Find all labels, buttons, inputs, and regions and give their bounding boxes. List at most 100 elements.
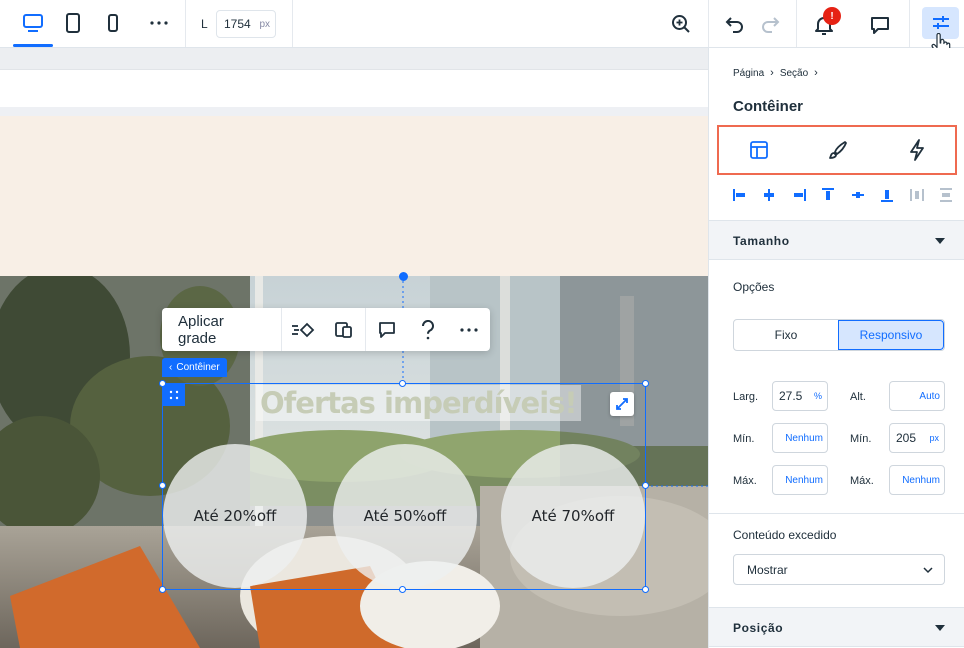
tab-design[interactable] <box>798 127 877 173</box>
resize-handle-right[interactable] <box>642 482 649 489</box>
white-section <box>0 70 708 107</box>
tab-layout[interactable] <box>719 127 798 173</box>
overflow-dropdown[interactable]: Mostrar <box>733 554 945 585</box>
align-top-button[interactable] <box>817 184 839 206</box>
align-bottom-button[interactable] <box>876 184 898 206</box>
drag-handle[interactable] <box>162 384 185 406</box>
resize-handle-bottom-right[interactable] <box>642 586 649 593</box>
toolbar-divider <box>292 0 293 47</box>
container-breadcrumb-tag[interactable]: ‹ Contêiner <box>162 358 227 377</box>
canvas-width-value: 1754 <box>224 17 251 31</box>
devices-icon <box>335 321 353 338</box>
max-height-value: Nenhum <box>902 474 940 486</box>
max-width-label: Máx. <box>733 475 757 487</box>
notification-badge: ! <box>823 7 841 25</box>
desktop-view-button[interactable] <box>19 10 47 36</box>
apply-grid-button[interactable]: Aplicar grade <box>162 308 283 351</box>
toolbar-divider <box>796 0 797 47</box>
height-label: Alt. <box>850 391 866 403</box>
mobile-view-button[interactable] <box>101 10 125 36</box>
inspector-tabs <box>717 125 957 175</box>
alignment-toolbar <box>729 181 957 209</box>
comment-button[interactable] <box>366 308 407 351</box>
comment-icon <box>378 321 395 338</box>
resize-handle-top-right[interactable] <box>642 380 649 387</box>
toolbar-divider <box>909 0 910 47</box>
width-label: Larg. <box>733 391 759 403</box>
sliders-icon <box>933 16 949 29</box>
top-anchor-handle[interactable] <box>399 272 408 281</box>
width-unit: % <box>813 391 822 401</box>
align-left-icon <box>733 189 745 201</box>
lightning-icon <box>909 139 924 161</box>
align-middle-icon <box>851 192 864 198</box>
max-height-input[interactable]: Nenhum <box>889 465 945 495</box>
size-option-responsive[interactable]: Responsivo <box>838 320 944 350</box>
align-middle-button[interactable] <box>847 184 869 206</box>
breadcrumb: Página › Seção › <box>733 67 818 79</box>
chevron-left-icon: ‹ <box>169 362 173 373</box>
canvas-width-unit: px <box>259 18 270 30</box>
help-button[interactable] <box>407 308 448 351</box>
responsive-behavior-button[interactable] <box>323 308 364 351</box>
align-left-button[interactable] <box>729 184 751 206</box>
min-height-unit: px <box>929 433 939 443</box>
container-tag-label: Contêiner <box>176 362 220 373</box>
resize-handle-bottom-left[interactable] <box>159 586 166 593</box>
size-section-header[interactable]: Tamanho <box>709 220 964 260</box>
resize-handle-top-left[interactable] <box>159 380 166 387</box>
align-right-button[interactable] <box>788 184 810 206</box>
position-section-header[interactable]: Posição <box>709 607 964 647</box>
triangle-down-icon <box>935 238 945 244</box>
selected-container-outline[interactable] <box>162 383 646 590</box>
resize-handle-bottom[interactable] <box>399 586 406 593</box>
more-actions-button[interactable] <box>449 308 490 351</box>
tablet-view-button[interactable] <box>60 10 86 36</box>
breadcrumb-page[interactable]: Página <box>733 68 764 79</box>
min-height-label: Mín. <box>850 433 872 445</box>
desktop-icon <box>23 14 43 32</box>
comments-button[interactable] <box>867 12 893 38</box>
height-input[interactable]: Auto <box>889 381 945 411</box>
zoom-button[interactable] <box>668 11 694 37</box>
animation-button[interactable] <box>282 308 323 351</box>
more-icon <box>150 21 168 25</box>
beige-section[interactable] <box>0 116 708 276</box>
section-divider <box>709 513 964 514</box>
breadcrumb-section[interactable]: Seção <box>780 68 808 79</box>
size-section-label: Tamanho <box>733 234 790 248</box>
position-section-label: Posição <box>733 621 784 635</box>
width-label: L <box>201 17 208 31</box>
active-device-indicator <box>13 44 53 47</box>
canvas-width-input[interactable]: 1754 px <box>216 10 276 38</box>
tab-interactions[interactable] <box>877 127 956 173</box>
distribute-horizontal-button[interactable] <box>906 184 928 206</box>
top-toolbar: L 1754 px ! <box>0 0 964 57</box>
inspector-panel: Página › Seção › Contêiner Tamanho Opçõe… <box>708 48 964 648</box>
min-width-label: Mín. <box>733 433 755 445</box>
drag-dots-icon <box>169 390 178 400</box>
align-center-horizontal-button[interactable] <box>758 184 780 206</box>
align-center-icon <box>764 189 775 201</box>
min-width-input[interactable]: Nenhum <box>772 423 828 453</box>
min-height-value: 205 <box>896 431 917 445</box>
width-input[interactable]: 27.5 % <box>772 381 828 411</box>
resize-handle-left[interactable] <box>159 482 166 489</box>
min-width-value: Nenhum <box>785 432 823 444</box>
redo-button[interactable] <box>757 11 783 37</box>
stretch-button[interactable] <box>610 392 634 416</box>
size-option-fixed[interactable]: Fixo <box>734 320 838 350</box>
height-value: Auto <box>919 390 940 402</box>
zoom-in-icon <box>672 15 690 33</box>
overflow-value: Mostrar <box>747 562 788 577</box>
triangle-down-icon <box>935 625 945 631</box>
max-width-input[interactable]: Nenhum <box>772 465 828 495</box>
editor-canvas[interactable]: Ofertas imperdíveis! Até 20%off Até 50%o… <box>0 48 708 648</box>
min-height-input[interactable]: 205 px <box>889 423 945 453</box>
more-devices-button[interactable] <box>145 10 173 36</box>
max-height-label: Máx. <box>850 475 874 487</box>
element-floating-toolbar: Aplicar grade <box>162 308 490 351</box>
resize-handle-top[interactable] <box>399 380 406 387</box>
distribute-vertical-button[interactable] <box>935 184 957 206</box>
undo-button[interactable] <box>722 11 748 37</box>
